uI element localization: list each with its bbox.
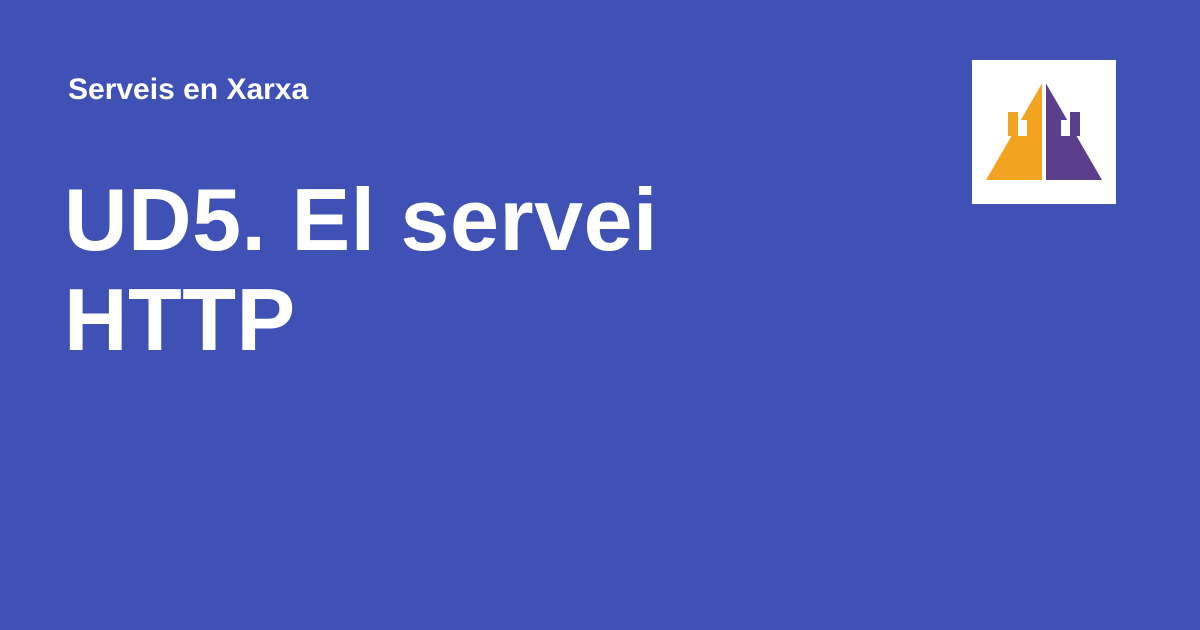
- social-card: Serveis en Xarxa UD5. El servei HTTP: [0, 0, 1200, 630]
- pyramid-logo-icon: [986, 80, 1102, 180]
- page-title: UD5. El servei HTTP: [64, 170, 658, 369]
- site-name: Serveis en Xarxa: [68, 73, 309, 106]
- logo: [972, 60, 1116, 204]
